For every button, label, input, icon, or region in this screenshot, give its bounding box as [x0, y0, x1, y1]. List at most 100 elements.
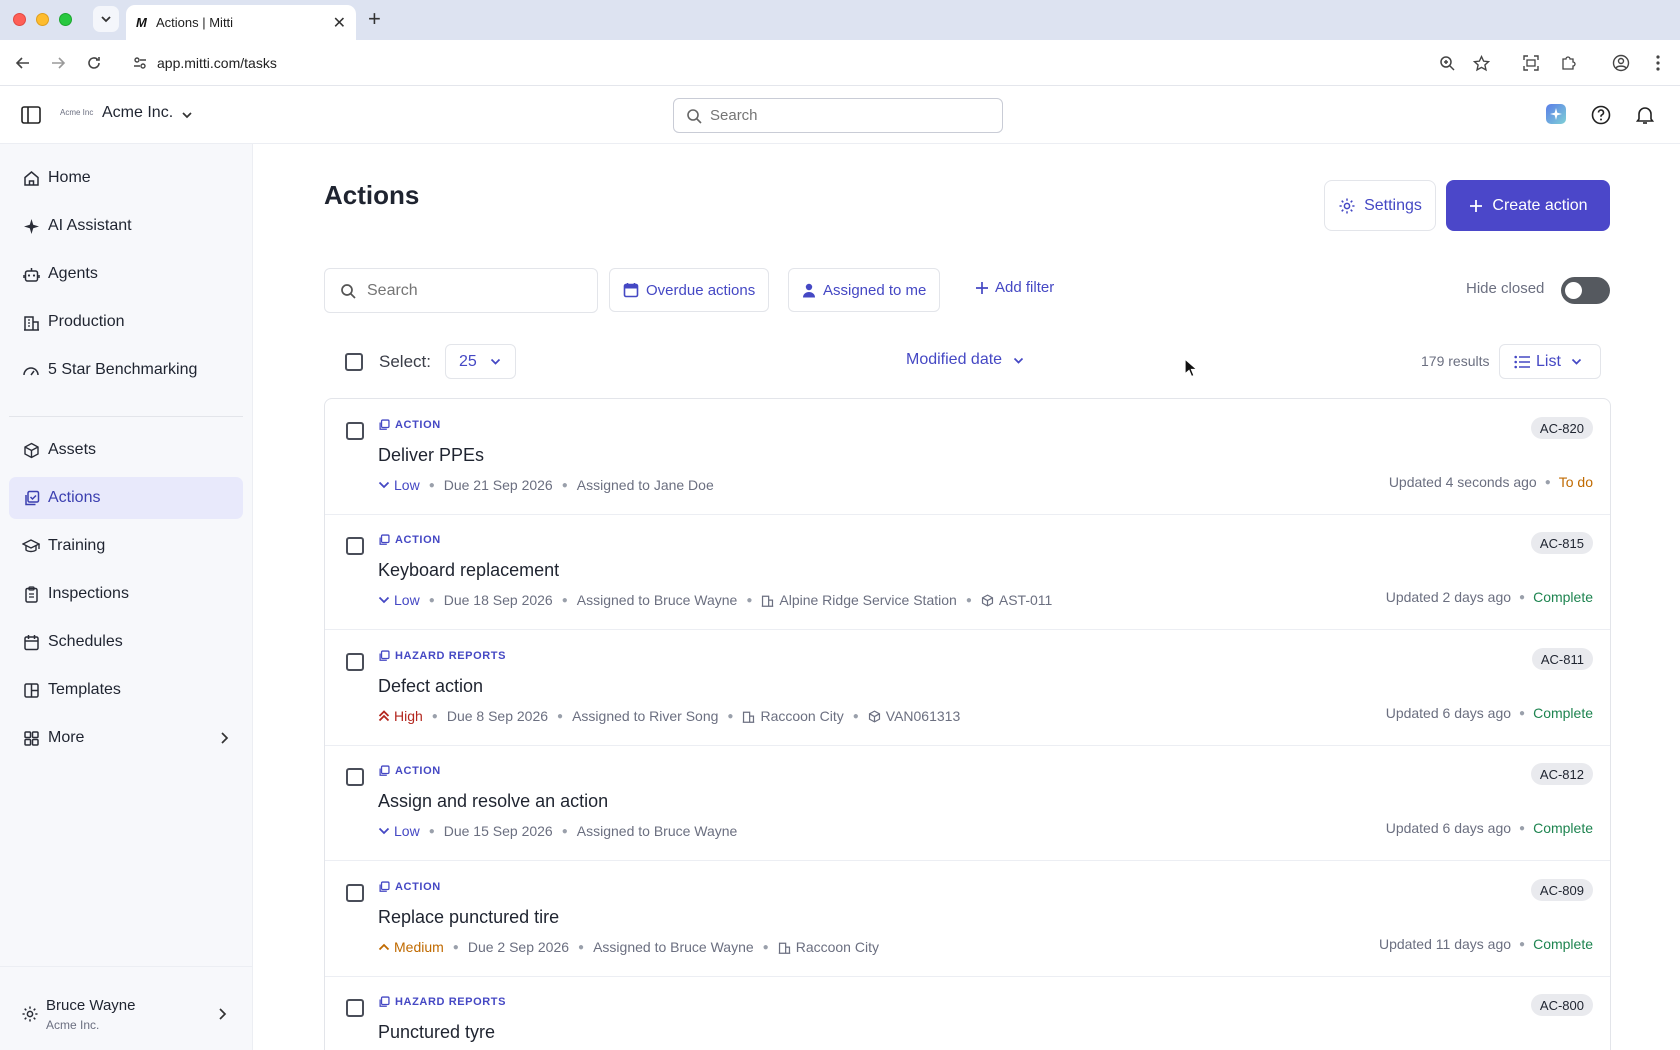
- row-title[interactable]: Assign and resolve an action: [378, 791, 608, 812]
- row-title[interactable]: Punctured tyre: [378, 1022, 495, 1043]
- gear-icon: [1338, 197, 1356, 215]
- row-type: HAZARD REPORTS: [378, 650, 506, 662]
- updated-time: Updated 4 seconds ago: [1388, 474, 1537, 490]
- row-title[interactable]: Replace punctured tire: [378, 907, 559, 928]
- select-all-checkbox[interactable]: [345, 353, 363, 371]
- template-icon: [22, 681, 40, 699]
- back-icon[interactable]: [12, 52, 34, 74]
- row-title[interactable]: Keyboard replacement: [378, 560, 559, 581]
- row-title[interactable]: Deliver PPEs: [378, 445, 484, 466]
- zoom-icon[interactable]: [1438, 54, 1456, 72]
- row-meta: Low ● Due 15 Sep 2026 ● Assigned to Bruc…: [378, 823, 737, 839]
- help-icon[interactable]: [1590, 104, 1612, 126]
- settings-button[interactable]: Settings: [1324, 180, 1436, 231]
- row-checkbox[interactable]: [346, 884, 364, 902]
- sort-select[interactable]: Modified date: [906, 351, 1025, 369]
- sidebar-item-production[interactable]: Production: [9, 301, 243, 343]
- action-id-badge: AC-812: [1530, 763, 1593, 785]
- org-switcher[interactable]: Acme Inc.: [102, 104, 173, 122]
- actions-icon: [22, 489, 40, 507]
- assigned-to-me-filter[interactable]: Assigned to me: [788, 268, 941, 312]
- chevron-down-icon[interactable]: [176, 104, 198, 126]
- bookmark-star-icon[interactable]: [1472, 54, 1490, 72]
- global-search[interactable]: [673, 98, 1003, 133]
- sidebar-item-training[interactable]: Training: [9, 525, 243, 567]
- sidebar-item-inspections[interactable]: Inspections: [9, 573, 243, 615]
- action-row[interactable]: ACTION Keyboard replacement Low ● Due 18…: [325, 514, 1610, 630]
- priority-label: Low: [394, 477, 420, 493]
- separator-dot: ●: [1519, 822, 1526, 834]
- url-text[interactable]: app.mitti.com/tasks: [157, 55, 277, 71]
- actions-icon: [378, 996, 390, 1008]
- omnibox[interactable]: app.mitti.com/tasks: [122, 45, 1634, 81]
- actions-search[interactable]: [324, 268, 598, 313]
- window-close-button[interactable]: [13, 13, 26, 26]
- global-search-input[interactable]: [710, 107, 970, 124]
- row-checkbox[interactable]: [346, 999, 364, 1017]
- assigned-to-me-label: Assigned to me: [823, 281, 927, 299]
- action-row[interactable]: ACTION Replace punctured tire Medium ● D…: [325, 861, 1610, 977]
- extensions-icon[interactable]: [1557, 52, 1579, 74]
- sidebar-item-label: Home: [48, 169, 91, 186]
- action-id-badge: AC-815: [1530, 532, 1593, 554]
- chevron-right-icon: [219, 1008, 227, 1020]
- tab-close-icon[interactable]: ✕: [333, 13, 346, 33]
- building-icon: [761, 594, 774, 607]
- separator-dot: ●: [1519, 707, 1526, 719]
- sidebar-item-ai-assistant[interactable]: AI Assistant: [9, 205, 243, 247]
- row-status: Updated 4 seconds ago ● To do: [1389, 474, 1593, 490]
- browser-menu-icon[interactable]: [1647, 52, 1669, 74]
- sidebar-item-actions[interactable]: Actions: [9, 477, 243, 519]
- separator-dot: ●: [561, 825, 568, 837]
- separator-dot: ●: [746, 594, 753, 606]
- sidebar-item-templates[interactable]: Templates: [9, 669, 243, 711]
- sidebar-toggle-icon[interactable]: [20, 104, 42, 126]
- sidebar-item-agents[interactable]: Agents: [9, 253, 243, 295]
- actions-search-input[interactable]: [367, 282, 587, 300]
- site-settings-icon[interactable]: [131, 54, 149, 72]
- action-row[interactable]: ACTION Assign and resolve an action Low …: [325, 745, 1610, 861]
- row-checkbox[interactable]: [346, 422, 364, 440]
- sidebar-item-5-star-benchmarking[interactable]: 5 Star Benchmarking: [9, 349, 243, 391]
- action-row[interactable]: HAZARD REPORTS Defect action High ● Due …: [325, 630, 1610, 746]
- actions-icon: [378, 881, 390, 893]
- row-checkbox[interactable]: [346, 653, 364, 671]
- screenshot-icon[interactable]: [1520, 52, 1542, 74]
- row-title[interactable]: Defect action: [378, 676, 483, 697]
- new-tab-icon[interactable]: +: [368, 8, 381, 30]
- person-icon: [802, 283, 816, 298]
- sidebar-item-home[interactable]: Home: [9, 157, 243, 199]
- building-icon: [742, 710, 755, 723]
- sidebar-item-more[interactable]: More: [9, 717, 243, 759]
- profile-icon[interactable]: [1610, 52, 1632, 74]
- hide-closed-toggle[interactable]: [1561, 277, 1610, 304]
- sidebar-item-schedules[interactable]: Schedules: [9, 621, 243, 663]
- page-size-select[interactable]: 25: [445, 344, 516, 379]
- actions-icon: [378, 534, 390, 546]
- action-row[interactable]: HAZARD REPORTS Punctured tyre AC-800: [325, 976, 1610, 1050]
- row-checkbox[interactable]: [346, 537, 364, 555]
- search-icon: [341, 284, 356, 299]
- select-label: Select:: [379, 352, 431, 371]
- site: Alpine Ridge Service Station: [779, 592, 957, 608]
- row-type-label: ACTION: [395, 534, 441, 546]
- row-checkbox[interactable]: [346, 768, 364, 786]
- overdue-actions-filter[interactable]: Overdue actions: [609, 268, 770, 312]
- graduation-cap-icon: [22, 537, 40, 555]
- window-zoom-button[interactable]: [59, 13, 72, 26]
- forward-icon[interactable]: [47, 52, 69, 74]
- action-row[interactable]: ACTION Deliver PPEs Low ● Due 21 Sep 202…: [325, 399, 1610, 515]
- sidebar-item-assets[interactable]: Assets: [9, 429, 243, 471]
- add-filter-button[interactable]: Add filter: [975, 279, 1054, 296]
- tab-search-button[interactable]: [93, 6, 119, 32]
- browser-tab[interactable]: M Actions | Mitti ✕: [126, 5, 356, 40]
- window-minimize-button[interactable]: [36, 13, 49, 26]
- create-action-button[interactable]: Create action: [1446, 180, 1610, 231]
- ai-sparkle-app-icon[interactable]: [1545, 103, 1567, 125]
- view-mode-select[interactable]: List: [1499, 344, 1601, 379]
- reload-icon[interactable]: [83, 52, 105, 74]
- user-menu[interactable]: Bruce Wayne Acme Inc.: [0, 966, 253, 1050]
- action-id-badge: AC-800: [1530, 994, 1593, 1016]
- status-label: Complete: [1533, 589, 1593, 605]
- notifications-bell-icon[interactable]: [1634, 104, 1656, 126]
